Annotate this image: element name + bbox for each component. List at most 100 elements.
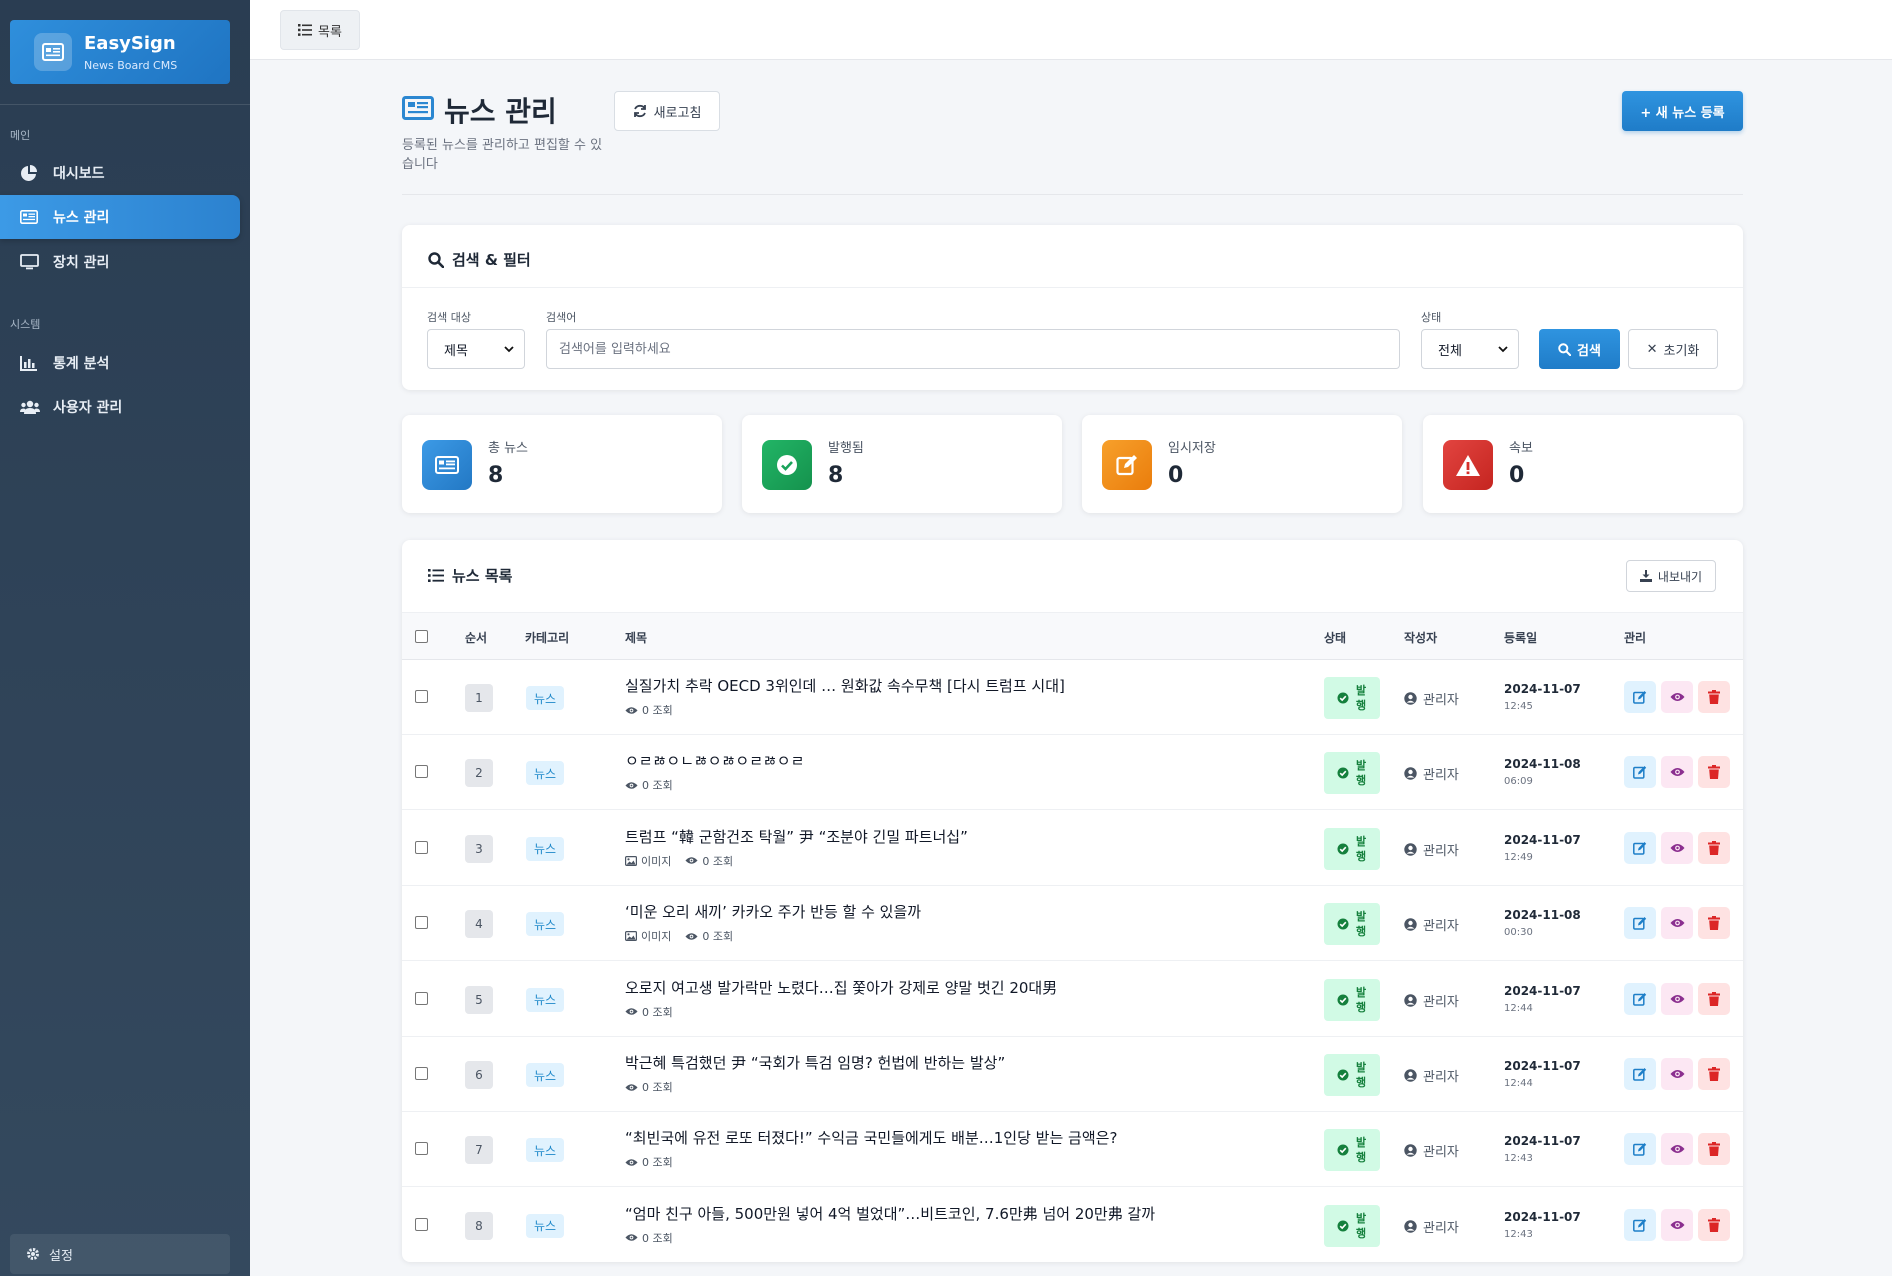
news-title-link[interactable]: “최빈국에 유전 로또 터졌다!” 수익금 국민들에게도 배분…1인당 받는 금… bbox=[625, 1127, 1117, 1148]
edit-button[interactable] bbox=[1624, 831, 1656, 864]
news-meta: 0 조회 bbox=[625, 702, 687, 718]
view-button[interactable] bbox=[1661, 756, 1693, 789]
new-news-button[interactable]: + 새 뉴스 등록 bbox=[1622, 91, 1743, 131]
sidebar-item-devices[interactable]: 장치 관리 bbox=[0, 240, 240, 284]
delete-button[interactable] bbox=[1698, 907, 1730, 940]
row-checkbox[interactable] bbox=[415, 765, 428, 779]
edit-button[interactable] bbox=[1624, 681, 1656, 713]
sidebar-item-label: 장치 관리 bbox=[53, 255, 110, 271]
edit-button[interactable] bbox=[1624, 1058, 1656, 1090]
export-button[interactable]: 내보내기 bbox=[1626, 560, 1716, 592]
column-order: 순서 bbox=[465, 631, 488, 645]
users-icon bbox=[20, 400, 42, 414]
stat-value: 0 bbox=[1509, 463, 1525, 488]
news-title-link[interactable]: “엄마 친구 아들, 500만원 넣어 4억 벌었대”…비트코인, 7.6만弗 … bbox=[625, 1203, 1155, 1224]
category-badge: 뉴스 bbox=[526, 1138, 565, 1163]
page-description: 등록된 뉴스를 관리하고 편집할 수 있습니다 bbox=[402, 138, 603, 172]
view-button[interactable] bbox=[1661, 681, 1693, 713]
row-checkbox[interactable] bbox=[415, 690, 428, 703]
table-row[interactable]: 6 뉴스 박근혜 특검했던 尹 “국회가 특검 임명? 헌법에 반하는 발상” 0 조… bbox=[402, 1037, 1743, 1112]
row-checkbox[interactable] bbox=[415, 840, 428, 854]
delete-button[interactable] bbox=[1698, 1208, 1730, 1241]
settings-button[interactable]: 설정 bbox=[10, 1234, 230, 1274]
row-checkbox[interactable] bbox=[415, 1217, 428, 1231]
view-count-text: 0 조회 bbox=[702, 930, 734, 944]
news-title-link[interactable]: ㅇㄹㅀㅇㄴㅀㅇㅀㅇㄹㅀㅇㄹ bbox=[625, 750, 804, 771]
news-title-link[interactable]: 박근혜 특검했던 尹 “국회가 특검 임명? 헌법에 반하는 발상” bbox=[625, 1052, 1005, 1073]
view-button[interactable] bbox=[1661, 1058, 1693, 1090]
refresh-label: 새로고침 bbox=[653, 105, 702, 121]
search-button[interactable]: 검색 bbox=[1539, 329, 1620, 369]
header-divider bbox=[402, 194, 1743, 195]
delete-button[interactable] bbox=[1698, 1133, 1730, 1166]
delete-button[interactable] bbox=[1698, 756, 1730, 789]
brand-logo[interactable]: EasySign News Board CMS bbox=[10, 20, 230, 84]
edit-button[interactable] bbox=[1624, 1208, 1656, 1241]
delete-button[interactable] bbox=[1698, 1058, 1730, 1090]
view-count-text: 0 조회 bbox=[642, 1005, 673, 1019]
news-title-link[interactable]: 트럼프 “韓 군함건조 탁월” 尹 “조분야 긴밀 파트너십” bbox=[625, 826, 968, 847]
select-all-checkbox[interactable] bbox=[415, 630, 428, 643]
order-badge: 5 bbox=[465, 985, 493, 1014]
sidebar-item-news[interactable]: 뉴스 관리 bbox=[0, 195, 240, 239]
sidebar-item-users[interactable]: 사용자 관리 bbox=[0, 385, 240, 429]
delete-button[interactable] bbox=[1698, 831, 1730, 864]
news-list-title-text: 뉴스 목록 bbox=[452, 567, 513, 585]
sidebar-section-system: 시스템 bbox=[10, 318, 41, 331]
delete-button[interactable] bbox=[1698, 982, 1730, 1015]
eye-icon bbox=[1670, 919, 1684, 928]
edit-icon bbox=[1633, 1218, 1647, 1232]
edit-button[interactable] bbox=[1624, 1133, 1656, 1166]
row-checkbox[interactable] bbox=[415, 991, 428, 1005]
view-count: 0 조회 bbox=[625, 1079, 673, 1095]
table-row[interactable]: 4 뉴스 ‘미운 오리 새끼’ 카카오 주가 반등 할 수 있을까 이미지 0 조회 발행… bbox=[402, 886, 1743, 962]
row-checkbox[interactable] bbox=[415, 1067, 428, 1080]
author-name: 관리자 bbox=[1423, 843, 1459, 859]
table-row[interactable]: 2 뉴스 ㅇㄹㅀㅇㄴㅀㅇㅀㅇㄹㅀㅇㄹ 0 조회 발행 관리자 2024-11-08 06:09 bbox=[402, 735, 1743, 811]
keyword-input[interactable] bbox=[546, 329, 1400, 369]
view-button[interactable] bbox=[1661, 1133, 1693, 1166]
view-button[interactable] bbox=[1661, 1208, 1693, 1241]
view-button[interactable] bbox=[1661, 982, 1693, 1015]
edit-button[interactable] bbox=[1624, 982, 1656, 1015]
brand-subtitle: News Board CMS bbox=[84, 58, 178, 72]
newspaper-icon bbox=[34, 33, 72, 71]
list-button[interactable]: 목록 bbox=[280, 10, 360, 50]
sidebar-item-label: 대시보드 bbox=[53, 166, 105, 182]
row-checkbox[interactable] bbox=[415, 916, 428, 930]
author-name: 관리자 bbox=[1423, 1070, 1459, 1085]
author-name: 관리자 bbox=[1423, 693, 1459, 708]
news-title-link[interactable]: 실질가치 추락 OECD 3위인데 … 원화값 속수무책 [다시 트럼프 시대] bbox=[625, 675, 1065, 696]
warning-icon bbox=[1443, 440, 1493, 490]
edit-icon bbox=[1633, 917, 1647, 930]
table-row[interactable]: 7 뉴스 “최빈국에 유전 로또 터졌다!” 수익금 국민들에게도 배분…1인당 받… bbox=[402, 1112, 1743, 1188]
edit-button[interactable] bbox=[1624, 756, 1656, 789]
order-badge: 4 bbox=[465, 910, 493, 939]
created-time: 12:49 bbox=[1504, 851, 1533, 863]
view-button[interactable] bbox=[1661, 907, 1693, 940]
reset-button[interactable]: ✕ 초기화 bbox=[1628, 329, 1718, 369]
status-filter-select[interactable]: 전체 bbox=[1421, 329, 1519, 369]
news-meta: 이미지 0 조회 bbox=[625, 928, 747, 944]
chart-pie-icon bbox=[20, 164, 42, 182]
view-button[interactable] bbox=[1661, 831, 1693, 864]
delete-button[interactable] bbox=[1698, 681, 1730, 713]
refresh-button[interactable]: 새로고침 bbox=[614, 91, 720, 131]
table-row[interactable]: 8 뉴스 “엄마 친구 아들, 500만원 넣어 4억 벌었대”…비트코인, 7.6… bbox=[402, 1188, 1743, 1262]
sidebar-item-statistics[interactable]: 통계 분석 bbox=[0, 341, 240, 385]
table-row[interactable]: 5 뉴스 오로지 여고생 발가락만 노렸다…집 쫓아가 강제로 양말 벗긴 20대男… bbox=[402, 962, 1743, 1037]
column-category: 카테고리 bbox=[525, 631, 570, 645]
user-circle-icon bbox=[1404, 918, 1417, 931]
status-badge: 발행 bbox=[1324, 978, 1380, 1021]
news-title-link[interactable]: ‘미운 오리 새끼’ 카카오 주가 반등 할 수 있을까 bbox=[625, 901, 921, 922]
edit-button[interactable] bbox=[1624, 907, 1656, 940]
check-circle-icon bbox=[1337, 1220, 1349, 1232]
news-title-link[interactable]: 오로지 여고생 발가락만 노렸다…집 쫓아가 강제로 양말 벗긴 20대男 bbox=[625, 977, 1057, 998]
sidebar-item-dashboard[interactable]: 대시보드 bbox=[0, 151, 240, 195]
table-row[interactable]: 1 뉴스 실질가치 추락 OECD 3위인데 … 원화값 속수무책 [다시 트럼프 … bbox=[402, 660, 1743, 735]
row-checkbox[interactable] bbox=[415, 1142, 428, 1156]
trash-icon bbox=[1708, 1142, 1720, 1157]
trash-icon bbox=[1708, 1217, 1720, 1232]
search-target-select[interactable]: 제목 bbox=[427, 329, 525, 369]
table-row[interactable]: 3 뉴스 트럼프 “韓 군함건조 탁월” 尹 “조분야 긴밀 파트너십” 이미지 0 조… bbox=[402, 811, 1743, 886]
